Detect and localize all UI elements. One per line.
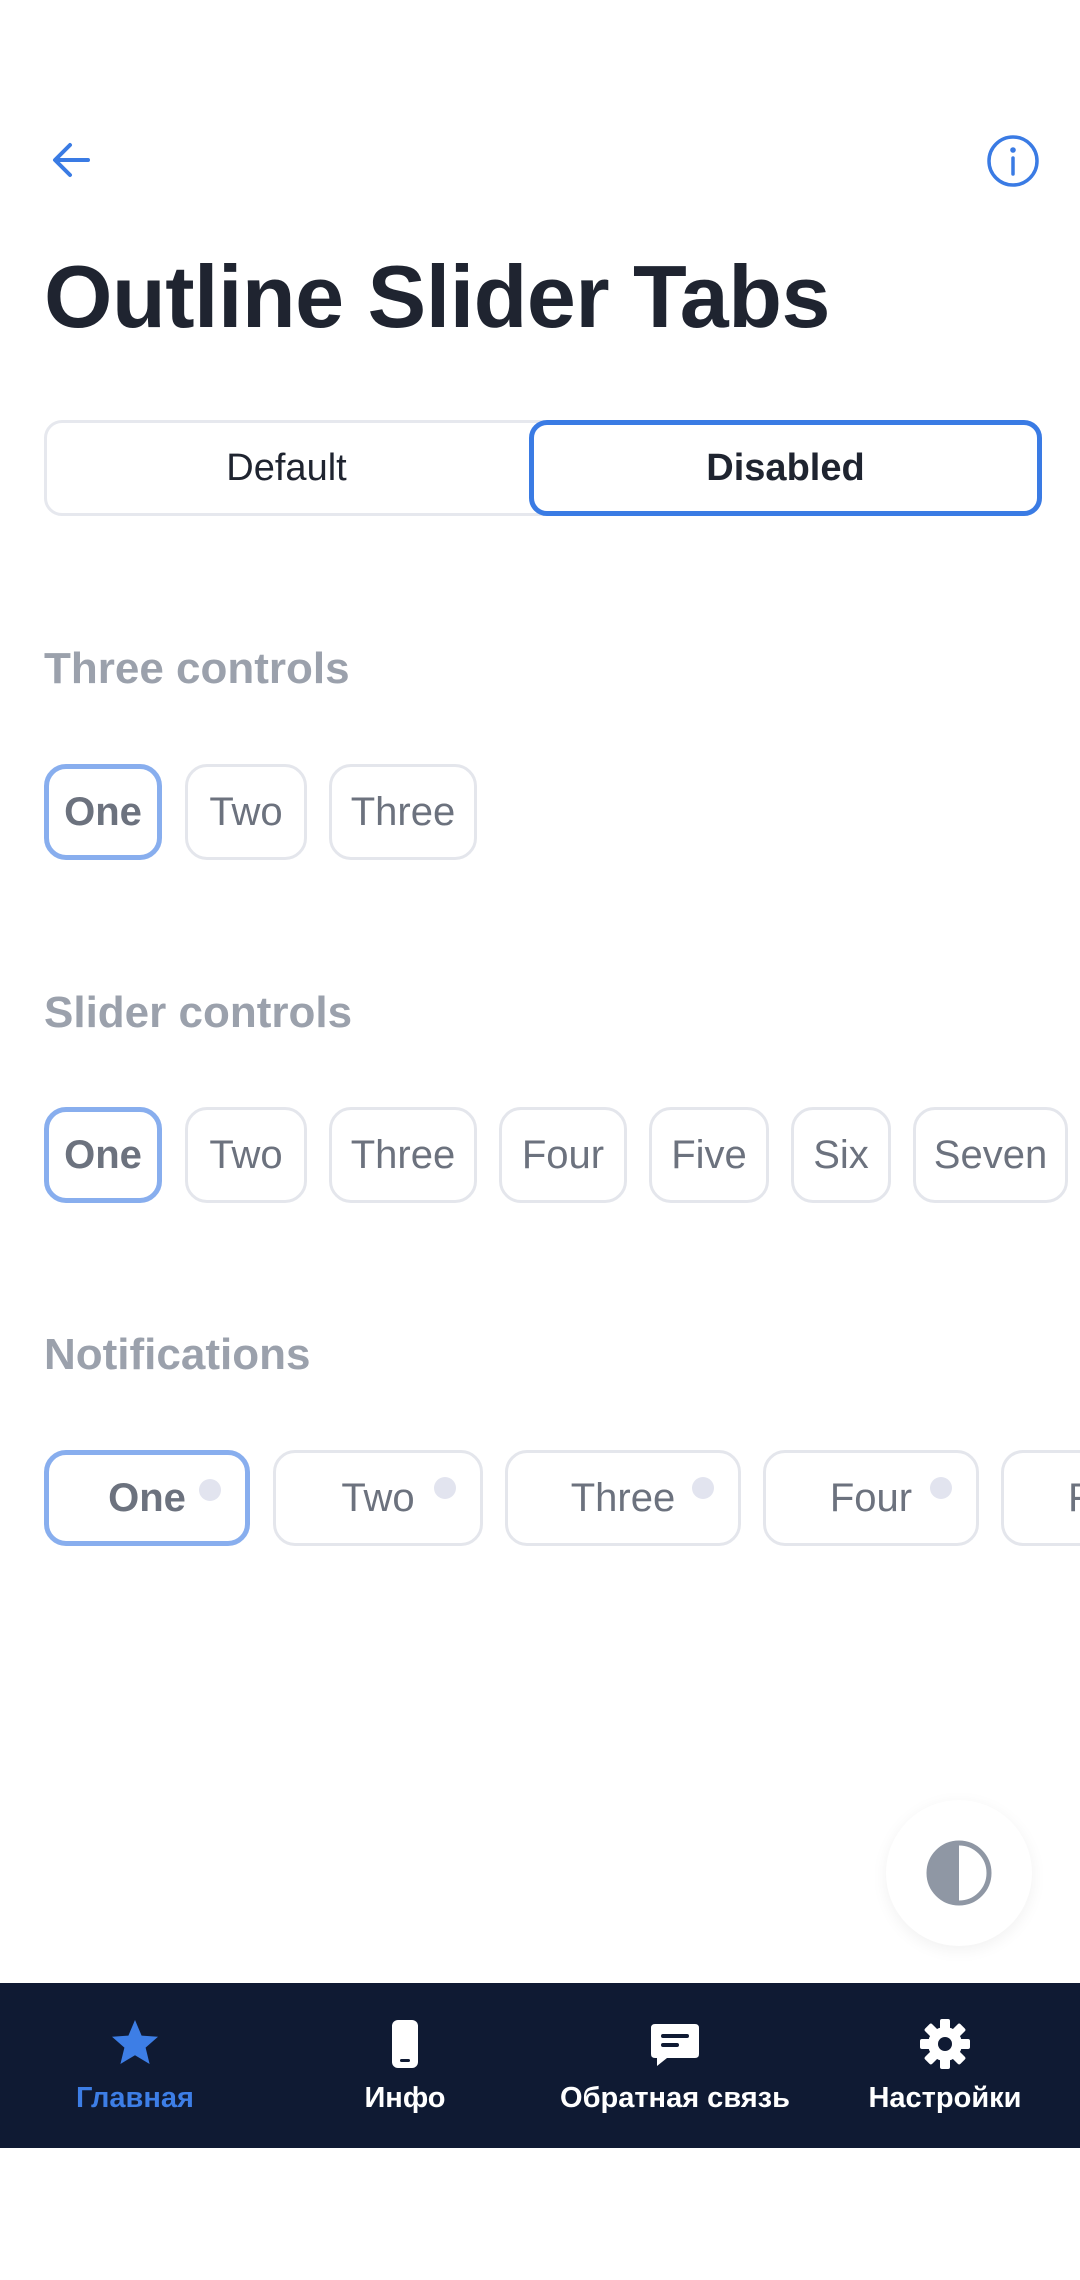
- gear-icon: [917, 2016, 973, 2072]
- chip-three[interactable]: Three: [329, 1107, 477, 1203]
- nav-label-feedback: Обратная связь: [560, 2082, 790, 2114]
- segment-disabled[interactable]: Disabled: [529, 420, 1042, 516]
- nav-label-info: Инфо: [364, 2082, 446, 2114]
- screen: Outline Slider Tabs Default Disabled Thr…: [0, 0, 1080, 2280]
- info-button[interactable]: [985, 133, 1041, 189]
- chip-two[interactable]: Two: [185, 764, 307, 860]
- chip-one[interactable]: One: [44, 1107, 162, 1203]
- back-button[interactable]: [44, 125, 104, 185]
- section-title-notifications: Notifications: [44, 1330, 311, 1379]
- notification-dot: [692, 1477, 714, 1499]
- arrow-left-icon: [53, 143, 90, 177]
- section-title-slider-controls: Slider controls: [44, 988, 353, 1037]
- chip-two[interactable]: Two: [185, 1107, 307, 1203]
- segment-default[interactable]: Default: [44, 420, 529, 516]
- nav-item-home[interactable]: Главная: [0, 1983, 270, 2148]
- notification-chip-five[interactable]: F: [1001, 1450, 1080, 1546]
- chip-label: Three: [570, 1475, 676, 1520]
- theme-toggle-button[interactable]: [886, 1800, 1032, 1946]
- chat-icon: [647, 2016, 703, 2072]
- notification-chip-two[interactable]: Two: [273, 1450, 483, 1546]
- nav-item-feedback[interactable]: Обратная связь: [540, 1983, 810, 2148]
- chip-five[interactable]: Five: [649, 1107, 769, 1203]
- info-circle-icon: [987, 135, 1039, 187]
- nav-item-info[interactable]: Инфо: [270, 1983, 540, 2148]
- notification-chip-three[interactable]: Three: [505, 1450, 741, 1546]
- phone-icon: [377, 2016, 433, 2072]
- chip-one[interactable]: One: [44, 764, 162, 860]
- chip-four[interactable]: Four: [499, 1107, 627, 1203]
- chip-label: Two: [341, 1475, 415, 1520]
- notification-chip-one[interactable]: One: [44, 1450, 250, 1546]
- section-title-three-controls: Three controls: [44, 644, 350, 693]
- nav-label-settings: Настройки: [868, 2082, 1022, 2114]
- nav-item-settings[interactable]: Настройки: [810, 1983, 1080, 2148]
- chip-label: Four: [829, 1475, 913, 1520]
- chip-label: One: [108, 1475, 186, 1520]
- page-title: Outline Slider Tabs: [44, 247, 830, 346]
- segmented-control: Default Disabled: [44, 420, 1042, 516]
- notification-dot: [434, 1477, 456, 1499]
- notification-chip-four[interactable]: Four: [763, 1450, 979, 1546]
- nav-label-home: Главная: [76, 2082, 194, 2114]
- chip-six[interactable]: Six: [791, 1107, 891, 1203]
- notification-dot: [199, 1479, 221, 1501]
- chip-three[interactable]: Three: [329, 764, 477, 860]
- notification-dot: [930, 1477, 952, 1499]
- star-icon: [107, 2016, 163, 2072]
- chip-label: F: [1068, 1476, 1080, 1521]
- contrast-icon: [926, 1840, 992, 1906]
- chip-seven[interactable]: Seven: [913, 1107, 1068, 1203]
- bottom-navigation: Главная Инфо Обратная связь Настройки: [0, 1983, 1080, 2148]
